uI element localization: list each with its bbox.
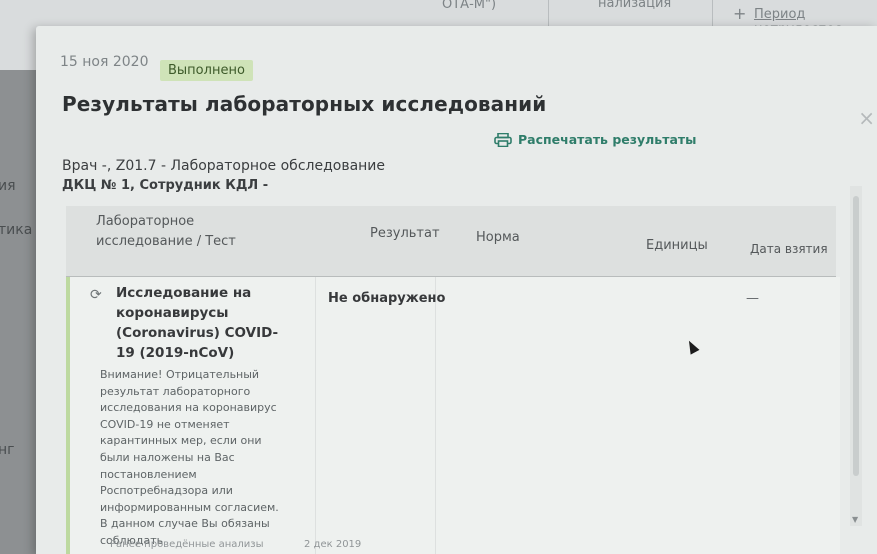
faded-footer-date: 2 дек 2019 [304,539,362,550]
doctor-line: Врач -, Z01.7 - Лабораторное обследовани… [62,158,386,174]
column-header-date: Дата взятия [750,242,828,256]
bg-header-text: ОТА-М") [442,0,497,12]
faded-footer-text: Ранее проведённые анализы [110,539,264,550]
column-header-norm: Норма [476,230,520,245]
print-results-link[interactable]: Распечатать результаты [494,132,696,147]
bg-sidebar-text: тика [0,222,33,238]
results-table: Лабораторное исследование / Тест Результ… [66,206,840,554]
result-value: Не обнаружено [328,291,446,306]
lab-line: ДКЦ № 1, Сотрудник КДЛ - [62,178,269,193]
column-header-units: Единицы [646,238,708,253]
table-header: Лабораторное исследование / Тест Результ… [66,206,836,277]
column-header-test: Лабораторное исследование / Тест [96,214,236,249]
bg-sidebar-text: нг [0,442,15,458]
scroll-down-icon[interactable]: ▼ [852,515,858,524]
column-divider [435,277,436,554]
result-date: 15 ноя 2020 [60,54,149,70]
plus-icon[interactable]: + [733,4,746,23]
bg-header-text: нализация [598,0,672,11]
column-divider [315,277,316,554]
bg-sidebar-text: ия [0,178,16,194]
status-badge: Выполнено [160,60,253,81]
test-name: Исследование на коронавирусы (Coronaviru… [116,285,279,361]
column-header-result: Результат [370,226,440,241]
lab-results-modal: 15 ноя 2020 Выполнено × Результаты лабор… [36,26,877,554]
sample-date: — [746,291,759,306]
test-note: Внимание! Отрицательный результат лабора… [100,368,279,547]
close-icon[interactable]: × [858,106,875,130]
scrollbar[interactable]: ▼ [850,186,862,526]
printer-icon [494,132,512,147]
print-label: Распечатать результаты [518,132,697,147]
scroll-thumb[interactable] [853,196,859,476]
page-title: Результаты лабораторных исследований [62,92,547,116]
table-row[interactable]: ⟳ Исследование на коронавирусы (Coronavi… [66,277,840,554]
refresh-icon[interactable]: ⟳ [90,287,102,303]
